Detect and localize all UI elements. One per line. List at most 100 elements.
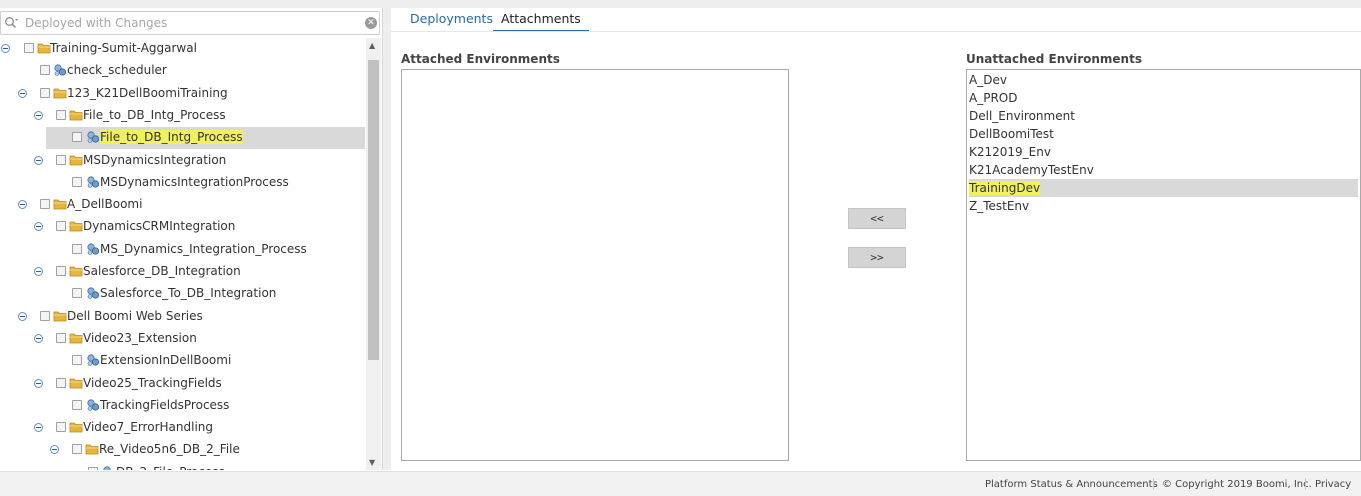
collapse-toggle-icon[interactable]: [1, 44, 10, 53]
tree-item-label: Salesforce_To_DB_Integration: [100, 286, 277, 300]
collapse-toggle-icon[interactable]: [18, 200, 27, 209]
component-tree: Training-Sumit-Aggarwal check_scheduler 12…: [0, 38, 366, 470]
environment-option-label: A_PROD: [969, 91, 1018, 105]
folder-icon: [69, 155, 83, 166]
search-box[interactable]: ✕: [0, 11, 380, 35]
tree-process-row[interactable]: Salesforce_To_DB_Integration: [0, 283, 366, 305]
environment-option[interactable]: K212019_Env: [969, 143, 1358, 161]
tree-checkbox[interactable]: [40, 88, 50, 98]
collapse-toggle-icon[interactable]: [34, 334, 43, 343]
top-bar: [0, 0, 1361, 8]
tree-folder-row[interactable]: Re_Video5n6_DB_2_File: [0, 439, 366, 461]
detach-environment-button[interactable]: >>: [848, 247, 906, 268]
folder-icon: [37, 43, 51, 54]
tree-item-label: DB_2_File_Process: [116, 465, 225, 470]
attached-environments-heading: Attached Environments: [401, 52, 560, 66]
tree-folder-row[interactable]: Training-Sumit-Aggarwal: [0, 38, 366, 60]
tree-checkbox[interactable]: [56, 422, 66, 432]
tree-checkbox[interactable]: [56, 333, 66, 343]
footer-bar: Platform Status & Announcements © Copyri…: [0, 471, 1361, 496]
search-icon[interactable]: [4, 16, 18, 30]
collapse-toggle-icon[interactable]: [34, 222, 43, 231]
tree-process-row[interactable]: ExtensionInDellBoomi: [0, 350, 366, 372]
folder-icon: [69, 266, 83, 277]
search-input[interactable]: [25, 14, 355, 32]
attach-environment-button[interactable]: <<: [848, 208, 906, 229]
tree-checkbox[interactable]: [40, 311, 50, 321]
tree-folder-row[interactable]: DynamicsCRMIntegration: [0, 216, 366, 238]
environment-option[interactable]: TrainingDev: [969, 179, 1358, 197]
tree-folder-row[interactable]: A_DellBoomi: [0, 194, 366, 216]
attached-environments-list[interactable]: [401, 69, 789, 461]
tree-folder-row[interactable]: Dell Boomi Web Series: [0, 306, 366, 328]
environment-option[interactable]: DellBoomiTest: [969, 125, 1358, 143]
collapse-toggle-icon[interactable]: [34, 156, 43, 165]
tree-checkbox[interactable]: [24, 43, 34, 53]
tree-checkbox[interactable]: [72, 177, 82, 187]
tree-checkbox[interactable]: [72, 132, 82, 142]
folder-icon: [69, 110, 83, 121]
tree-checkbox[interactable]: [56, 378, 66, 388]
tree-checkbox[interactable]: [56, 155, 66, 165]
collapse-toggle-icon[interactable]: [50, 445, 59, 454]
collapse-toggle-icon[interactable]: [18, 312, 27, 321]
scrollbar-thumb[interactable]: [368, 60, 379, 360]
collapse-toggle-icon[interactable]: [34, 379, 43, 388]
tree-checkbox[interactable]: [56, 110, 66, 120]
collapse-toggle-icon[interactable]: [34, 267, 43, 276]
tab-deployments[interactable]: Deployments: [402, 10, 501, 30]
tree-process-row[interactable]: DB_2_File_Process: [0, 462, 366, 470]
tree-checkbox[interactable]: [72, 288, 82, 298]
tab-attachments[interactable]: Attachments: [493, 10, 589, 32]
environment-option[interactable]: Z_TestEnv: [969, 197, 1358, 215]
privacy-link[interactable]: Privacy: [1315, 479, 1351, 490]
tree-checkbox[interactable]: [72, 400, 82, 410]
tree-checkbox[interactable]: [72, 444, 82, 454]
collapse-toggle-icon[interactable]: [34, 423, 43, 432]
tree-checkbox[interactable]: [72, 355, 82, 365]
process-icon: [87, 243, 100, 255]
details-panel: Deployments Attachments Attached Environ…: [391, 8, 1361, 470]
environment-option[interactable]: Dell_Environment: [969, 107, 1358, 125]
tree-checkbox[interactable]: [40, 65, 50, 75]
clear-search-icon[interactable]: ✕: [365, 17, 377, 29]
tree-process-row[interactable]: MSDynamicsIntegrationProcess: [0, 172, 366, 194]
tree-process-row[interactable]: MS_Dynamics_Integration_Process: [0, 239, 366, 261]
tree-folder-row[interactable]: Salesforce_DB_Integration: [0, 261, 366, 283]
process-icon: [87, 354, 100, 366]
environment-option[interactable]: A_PROD: [969, 89, 1358, 107]
tree-process-row[interactable]: check_scheduler: [0, 60, 366, 82]
tree-checkbox[interactable]: [56, 221, 66, 231]
tree-folder-row[interactable]: Video25_TrackingFields: [0, 373, 366, 395]
tree-checkbox[interactable]: [72, 244, 82, 254]
tree-folder-row[interactable]: Video7_ErrorHandling: [0, 417, 366, 439]
tree-folder-row[interactable]: MSDynamicsIntegration: [0, 150, 366, 172]
scroll-up-arrow-icon[interactable]: ▲: [369, 41, 375, 50]
tree-folder-row[interactable]: File_to_DB_Intg_Process: [0, 105, 366, 127]
tree-folder-row[interactable]: 123_K21DellBoomiTraining: [0, 83, 366, 105]
tree-item-label: Dell Boomi Web Series: [67, 309, 203, 323]
tree-item-label: Salesforce_DB_Integration: [83, 264, 241, 278]
tree-item-label: File_to_DB_Intg_Process: [100, 130, 243, 144]
environment-option[interactable]: A_Dev: [969, 71, 1358, 89]
process-icon: [87, 176, 100, 188]
tree-checkbox[interactable]: [56, 266, 66, 276]
tree-scrollbar[interactable]: ▲ ▼: [366, 38, 381, 470]
panel-divider[interactable]: [383, 8, 391, 470]
tree-process-row[interactable]: File_to_DB_Intg_Process: [0, 127, 366, 149]
unattached-environments-heading: Unattached Environments: [966, 52, 1142, 66]
unattached-environments-list[interactable]: A_Dev A_PROD Dell_Environment DellBoomiTest…: [966, 69, 1361, 461]
folder-icon: [53, 199, 67, 210]
platform-status-link[interactable]: Platform Status & Announcements: [985, 479, 1158, 490]
scroll-down-arrow-icon[interactable]: ▼: [369, 458, 375, 467]
tree-checkbox[interactable]: [88, 467, 98, 470]
collapse-toggle-icon[interactable]: [34, 111, 43, 120]
process-icon: [87, 287, 100, 299]
tree-process-row[interactable]: TrackingFieldsProcess: [0, 395, 366, 417]
tree-folder-row[interactable]: Video23_Extension: [0, 328, 366, 350]
environment-option[interactable]: K21AcademyTestEnv: [969, 161, 1358, 179]
collapse-toggle-icon[interactable]: [18, 89, 27, 98]
tree-checkbox[interactable]: [40, 199, 50, 209]
process-icon: [87, 399, 100, 411]
process-icon: [103, 466, 111, 470]
